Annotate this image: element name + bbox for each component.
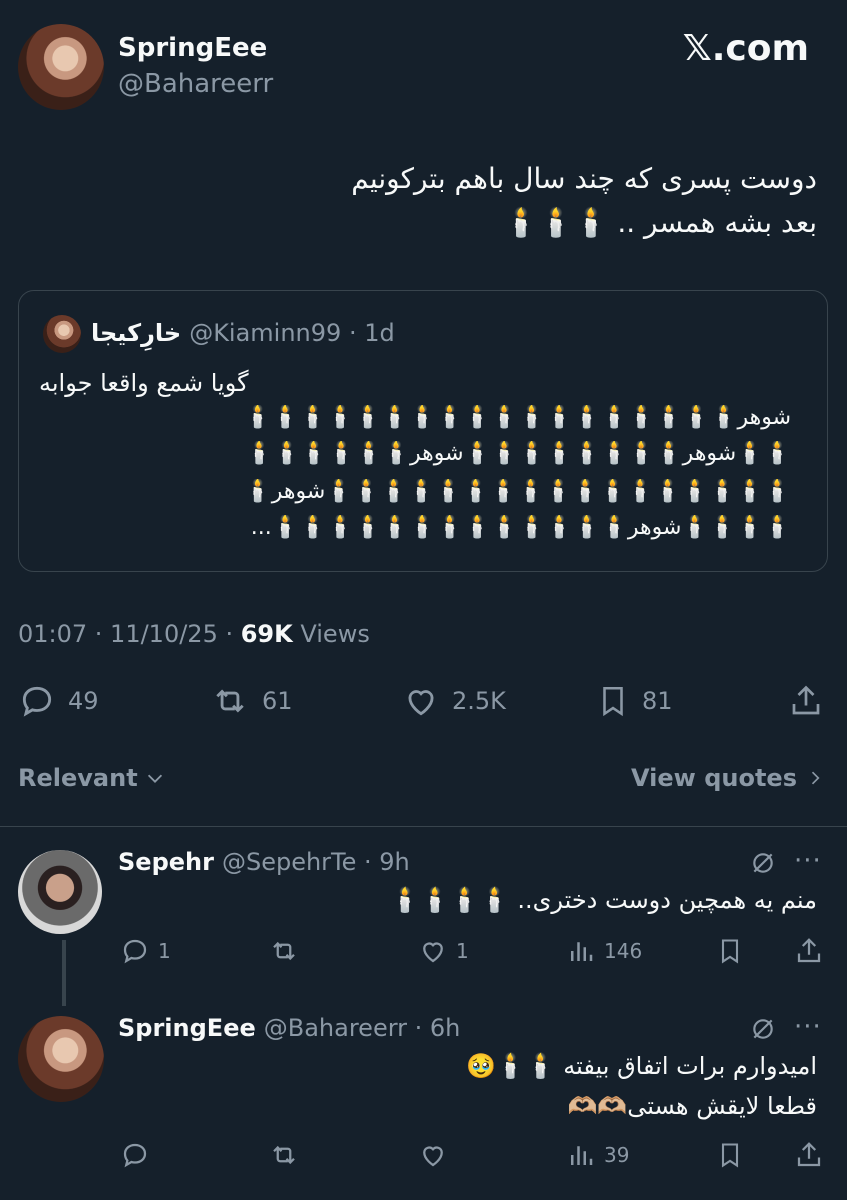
repost-count: 61 [262,687,293,715]
more-options-icon[interactable]: ··· [794,846,822,876]
reply-share-button[interactable] [794,936,824,966]
author-avatar[interactable] [18,24,104,110]
quoted-post[interactable]: خارِکیجا @Kiaminn99 · 1d گویا شمع واقعا … [18,290,828,572]
like-button[interactable]: 2.5K [402,682,506,720]
quoted-avatar [43,315,81,353]
grok-icon[interactable] [750,850,776,876]
view-quotes-link[interactable]: View quotes [631,764,825,792]
reply-avatar[interactable] [18,850,102,934]
reply-repost-button[interactable] [268,936,300,966]
reply-text-line2: قطعا لایقش هستی🫶🏼🫶🏼 [567,1092,818,1120]
reply-text-line1: امیدوارم برات اتفاق بیفته 🕯️🕯️🥹 [465,1052,817,1080]
quoted-author-name: خارِکیجا [91,319,182,347]
x-logo: 𝕏.com [682,28,809,69]
heart-icon [423,1146,443,1167]
post-timestamp[interactable]: 01:07 · 11/10/25 · [18,620,241,648]
reply-like-button[interactable]: 1 [418,936,469,966]
repost-icon [273,941,295,961]
repost-icon [216,689,244,713]
bookmark-icon [721,1143,739,1168]
share-button[interactable] [788,682,824,720]
reply-icon [123,1143,147,1168]
bookmark-icon [721,939,739,964]
author-name[interactable]: SpringEee [118,33,267,63]
repost-icon [273,1145,295,1165]
views-count: 69K [240,620,293,648]
reply-views-button[interactable]: 39 [566,1140,629,1170]
reply-views-count: 39 [604,1143,630,1167]
reply-author-handle[interactable]: @Bahareerr · 6h [264,1014,461,1042]
chevron-right-icon [811,771,820,785]
reply-icon [22,686,52,717]
like-count: 2.5K [452,687,506,715]
reply-text-line1: منم یه همچین دوست دختری.. 🕯️🕯️🕯️🕯️ [390,886,817,914]
bookmark-button[interactable]: 81 [596,682,673,720]
reply-views-button[interactable]: 146 [566,936,642,966]
share-icon [792,685,820,715]
reply-bookmark-button[interactable] [716,1140,744,1170]
reply-author-name[interactable]: Sepehr [118,848,214,876]
view-quotes-label: View quotes [631,764,797,792]
reply-reply-count: 1 [158,939,171,963]
heart-icon [408,690,434,716]
quoted-text-line4: 🕯️🕯️🕯️🕯️🕯️🕯️🕯️🕯️🕯️🕯️🕯️🕯️🕯️🕯️🕯️🕯️🕯️شوهر🕯️ [244,479,791,504]
reply-reply-button[interactable]: 1 [120,936,171,966]
repost-button[interactable]: 61 [210,682,293,720]
divider [0,826,847,827]
post-meta: 01:07 · 11/10/25 · 69K Views [18,620,370,648]
bookmark-count: 81 [642,687,673,715]
analytics-icon [571,942,593,961]
post-text-line2: بعد بشه همسر .. 🕯️🕯️🕯️ [503,206,817,239]
sort-label: Relevant [18,764,138,792]
reply-icon [123,939,147,964]
chevron-down-icon [147,774,162,783]
quoted-text-line5: 🕯️🕯️🕯️🕯️شوهر🕯️🕯️🕯️🕯️🕯️🕯️🕯️🕯️🕯️🕯️🕯️🕯️🕯️..… [250,515,791,540]
reply-count: 49 [68,687,99,715]
reply-avatar[interactable] [18,1016,104,1102]
reply-repost-button[interactable] [268,1140,300,1170]
more-options-icon[interactable]: ··· [794,1012,822,1042]
quoted-text-line2: شوهر🕯️🕯️🕯️🕯️🕯️🕯️🕯️🕯️🕯️🕯️🕯️🕯️🕯️🕯️🕯️🕯️🕯️🕯️ [244,405,791,430]
reply-author-handle[interactable]: @SepehrTe · 9h [222,848,410,876]
share-icon [797,938,821,963]
reply-button[interactable]: 49 [18,682,99,720]
quoted-text-line3: 🕯️🕯️شوهر🕯️🕯️🕯️🕯️🕯️🕯️🕯️🕯️شوهر🕯️🕯️🕯️🕯️🕯️🕯️ [245,441,791,466]
reply-views-count: 146 [604,939,643,963]
views-label: Views [292,620,370,648]
bookmark-icon [603,686,623,717]
reply-reply-button[interactable] [120,1140,150,1170]
author-handle[interactable]: @Bahareerr [118,69,273,99]
reply-like-count: 1 [456,939,469,963]
quoted-author-handle: @Kiaminn99 · 1d [189,319,395,347]
post-text-line1: دوست پسری که چند سال باهم بترکونیم [351,162,817,195]
analytics-icon [571,1146,593,1165]
reply-like-button[interactable] [418,1140,448,1170]
heart-icon [423,942,443,963]
thread-line [62,940,66,1006]
quoted-text-line1: گویا شمع واقعا جوابه [39,369,249,397]
reply-author-name[interactable]: SpringEee [118,1014,256,1042]
reply-share-button[interactable] [794,1140,824,1170]
grok-icon[interactable] [750,1016,776,1042]
share-icon [797,1142,821,1167]
sort-dropdown[interactable]: Relevant [18,764,166,792]
reply-bookmark-button[interactable] [716,936,744,966]
